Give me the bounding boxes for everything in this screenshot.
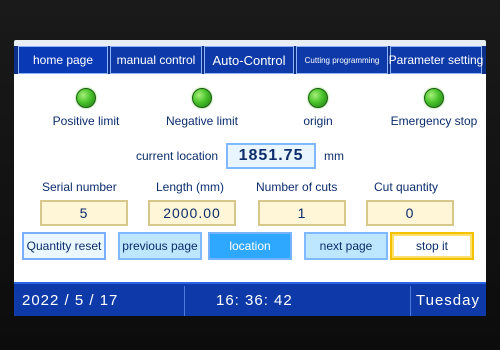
tab-cutting-programming[interactable]: Cutting programming [296, 46, 388, 74]
serial-number-field[interactable]: 5 [40, 200, 128, 226]
status-divider [410, 286, 411, 316]
location-button[interactable]: location [208, 232, 292, 260]
time-display: 16: 36: 42 [216, 292, 293, 309]
quantity-reset-button[interactable]: Quantity reset [22, 232, 106, 260]
tab-parameter-setting[interactable]: Parameter setting [389, 46, 483, 74]
current-location-value: 1851.75 [226, 143, 317, 169]
tab-auto-control[interactable]: Auto-Control [204, 46, 294, 74]
status-light-icon [308, 88, 328, 108]
serial-number-label: Serial number [42, 180, 117, 194]
indicator-positive-limit: Positive limit [26, 88, 146, 128]
next-page-button[interactable]: next page [304, 232, 388, 260]
cut-quantity-field[interactable]: 0 [366, 200, 454, 226]
cut-quantity-label: Cut quantity [374, 180, 439, 194]
indicator-row: Positive limit Negative limit origin Eme… [14, 74, 486, 134]
weekday-display: Tuesday [416, 292, 480, 309]
hmi-screen: home page manual control Auto-Control Cu… [14, 40, 486, 316]
status-bar: 2022 / 5 / 17 16: 36: 42 Tuesday [14, 282, 486, 316]
current-location-label: current location [136, 149, 219, 163]
indicator-label: origin [303, 114, 333, 128]
indicator-label: Negative limit [165, 114, 239, 128]
indicator-origin: origin [258, 88, 378, 128]
number-of-cuts-field[interactable]: 1 [258, 200, 346, 226]
number-of-cuts-label: Number of cuts [256, 180, 338, 194]
indicator-negative-limit: Negative limit [142, 88, 262, 128]
tab-home-page[interactable]: home page [18, 46, 108, 74]
stop-button[interactable]: stop it [390, 232, 474, 260]
previous-page-button[interactable]: previous page [118, 232, 202, 260]
indicator-label: Positive limit [52, 114, 120, 128]
top-navigation-bar: home page manual control Auto-Control Cu… [14, 46, 486, 74]
current-location-row: current location 1851.75 mm [136, 143, 376, 169]
status-light-icon [192, 88, 212, 108]
length-field[interactable]: 2000.00 [148, 200, 236, 226]
current-location-unit: mm [324, 149, 345, 163]
indicator-emergency-stop: Emergency stop [374, 88, 486, 128]
main-panel: Positive limit Negative limit origin Eme… [14, 74, 486, 282]
status-light-icon [76, 88, 96, 108]
status-light-icon [424, 88, 444, 108]
date-display: 2022 / 5 / 17 [22, 292, 119, 309]
tab-manual-control[interactable]: manual control [110, 46, 202, 74]
status-divider [184, 286, 185, 316]
indicator-label: Emergency stop [390, 114, 478, 128]
length-label: Length (mm) [156, 180, 225, 194]
